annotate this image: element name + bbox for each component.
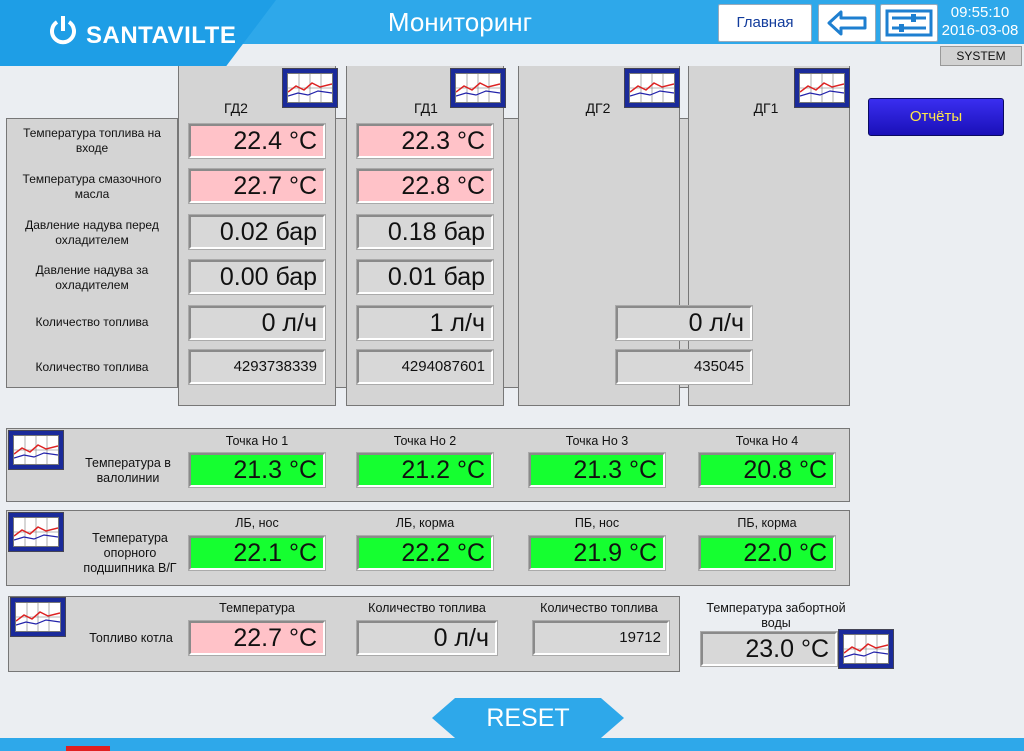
value-field: 23.0 °C — [700, 631, 838, 667]
value-field: 0.01 бар — [356, 259, 494, 295]
clock-time: 09:55:10 — [950, 4, 1010, 21]
counter-field: 4294087601 — [356, 349, 494, 385]
value-field: 0.02 бар — [188, 214, 326, 250]
row-label: Количество топлива — [35, 315, 149, 329]
trend-chart-icon[interactable] — [794, 68, 850, 108]
value-field: 22.7 °C — [188, 168, 326, 204]
value-field: 0 л/ч — [615, 305, 753, 341]
settings-button[interactable] — [880, 4, 938, 42]
value-field: 21.9 °C — [528, 535, 666, 571]
brand-name: SANTAVILTE — [86, 22, 237, 49]
trend-chart-icon[interactable] — [838, 629, 894, 669]
point-label: ЛБ, нос — [235, 516, 279, 530]
value-field: 22.3 °C — [356, 123, 494, 159]
reset-button[interactable]: RESET — [432, 698, 624, 738]
point-label: ПБ, корма — [737, 516, 797, 530]
back-arrow-icon — [827, 10, 867, 36]
clock-date: 2016-03-08 — [941, 22, 1019, 39]
row-label: Топливо котла — [89, 631, 173, 645]
value-field: 0 л/ч — [356, 620, 498, 656]
value-field: 0.00 бар — [188, 259, 326, 295]
column-title: ДГ2 — [585, 100, 611, 116]
column-title: ГД2 — [224, 100, 248, 116]
trend-chart-icon[interactable] — [282, 68, 338, 108]
back-button[interactable] — [818, 4, 876, 42]
row-label: Давление надува за охладителем — [35, 263, 149, 292]
counter-field: 19712 — [532, 620, 670, 656]
value-field: 22.2 °C — [356, 535, 494, 571]
row-label: Температура смазочного масла — [22, 172, 162, 201]
value-field: 22.8 °C — [356, 168, 494, 204]
row-label: Количество топлива — [35, 360, 149, 374]
home-button[interactable]: Главная — [718, 4, 812, 42]
point-label: Количество топлива — [540, 601, 658, 615]
alarm-indicator — [66, 746, 110, 751]
value-field: 21.3 °C — [188, 452, 326, 488]
row-label: Температура в валолинии — [85, 456, 171, 485]
panel-gap — [504, 118, 518, 388]
value-field: 22.1 °C — [188, 535, 326, 571]
counter-field: 4293738339 — [188, 349, 326, 385]
value-field: 21.3 °C — [528, 452, 666, 488]
point-label: Точка Но 4 — [735, 434, 799, 448]
panel-gap — [680, 118, 688, 388]
clock: 09:55:10 2016-03-08 — [938, 4, 1022, 40]
value-field: 20.8 °C — [698, 452, 836, 488]
value-field: 22.7 °C — [188, 620, 326, 656]
trend-chart-icon[interactable] — [450, 68, 506, 108]
trend-chart-icon[interactable] — [10, 597, 66, 637]
engine-labels-panel — [6, 118, 178, 388]
power-logo-icon — [50, 16, 76, 45]
reports-button[interactable]: Отчёты — [868, 98, 1004, 136]
point-label: Точка Но 2 — [393, 434, 457, 448]
value-field: 0.18 бар — [356, 214, 494, 250]
column-title: ГД1 — [414, 100, 438, 116]
point-label: Количество топлива — [368, 601, 486, 615]
trend-chart-icon[interactable] — [8, 430, 64, 470]
trend-chart-icon[interactable] — [624, 68, 680, 108]
value-field: 22.4 °C — [188, 123, 326, 159]
value-field: 1 л/ч — [356, 305, 494, 341]
footer-bar — [0, 738, 1024, 751]
page-title: Мониторинг — [387, 7, 533, 37]
point-label: ПБ, нос — [574, 516, 620, 530]
point-label: Температура — [219, 601, 295, 615]
value-field: 0 л/ч — [188, 305, 326, 341]
point-label: Точка Но 1 — [225, 434, 289, 448]
point-label: Точка Но 3 — [565, 434, 629, 448]
user-badge: SYSTEM — [940, 46, 1022, 66]
row-label: Давление надува перед охладителем — [25, 218, 159, 247]
seawater-label: Температура забортной воды — [706, 601, 846, 630]
counter-field: 435045 — [615, 349, 753, 385]
value-field: 21.2 °C — [356, 452, 494, 488]
row-label: Температура топлива на входе — [23, 126, 161, 155]
column-title: ДГ1 — [753, 100, 779, 116]
trend-chart-icon[interactable] — [8, 512, 64, 552]
point-label: ЛБ, корма — [395, 516, 455, 530]
panel-gap — [336, 118, 346, 388]
value-field: 22.0 °C — [698, 535, 836, 571]
sliders-icon — [885, 9, 933, 37]
row-label: Температура опорного подшипника В/Г — [83, 531, 177, 575]
